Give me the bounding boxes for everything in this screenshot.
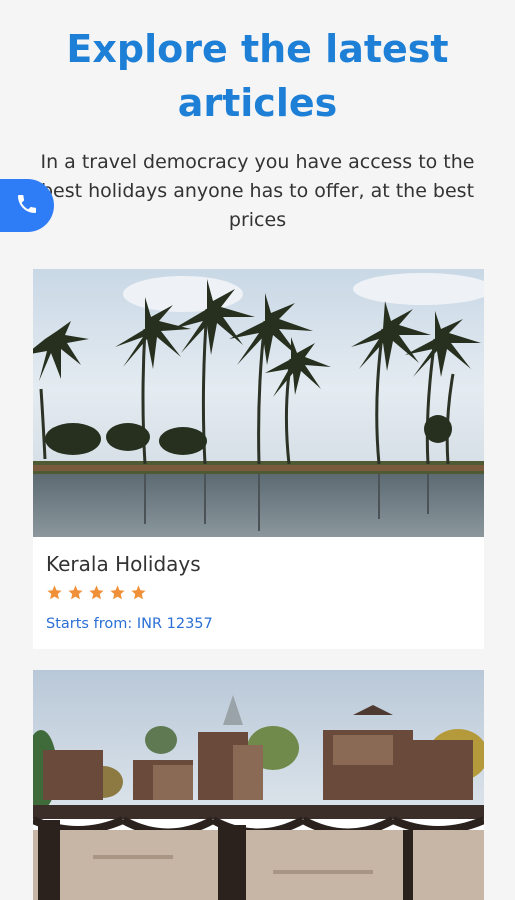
star-icon — [131, 585, 146, 600]
article-card-kashmir[interactable] — [33, 670, 484, 900]
article-title[interactable]: Kerala Holidays — [46, 552, 201, 576]
star-icon — [89, 585, 104, 600]
page-subtitle: In a travel democracy you have access to… — [40, 151, 475, 231]
star-icon — [47, 585, 62, 600]
article-card-kerala[interactable]: Kerala Holidays Starts from: INR 12357 — [33, 269, 484, 649]
page-title: Explore the latest articles — [0, 22, 515, 130]
star-icon — [110, 585, 125, 600]
call-button[interactable] — [0, 179, 54, 232]
article-image-kashmir — [33, 670, 484, 900]
article-price: Starts from: INR 12357 — [46, 616, 213, 632]
page-title-line-2: articles — [177, 81, 338, 125]
page-title-line-1: Explore the latest — [66, 27, 449, 71]
article-image-kerala — [33, 269, 484, 537]
rating-stars — [46, 584, 147, 601]
star-icon — [68, 585, 83, 600]
phone-icon — [15, 192, 39, 220]
